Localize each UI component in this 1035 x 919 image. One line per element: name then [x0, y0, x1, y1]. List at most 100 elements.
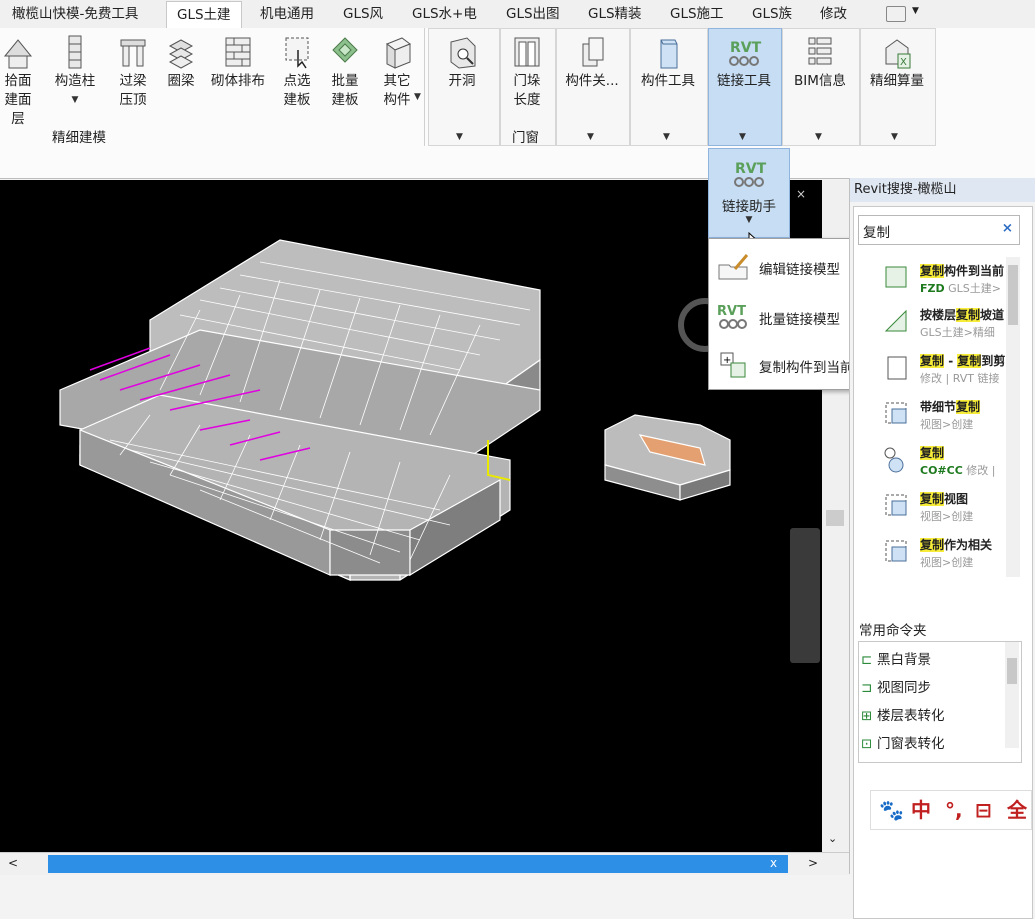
components-icon — [582, 37, 604, 67]
svg-text:×: × — [796, 187, 806, 201]
chevron-right-icon[interactable]: > — [808, 856, 818, 870]
chevron-down-icon[interactable]: ▼ — [891, 132, 898, 142]
group-label-door-window: 门窗 — [512, 130, 539, 146]
component-relation-button[interactable]: 构件关... — [560, 34, 624, 91]
scroll-thumb[interactable] — [826, 510, 844, 526]
list-item[interactable]: 复制视图 视图>创建 — [862, 489, 1012, 533]
search-value: 复制 — [863, 225, 890, 241]
chevron-down-icon: ▼ — [745, 215, 753, 225]
folder-edit-icon — [718, 254, 749, 280]
ribbon-minimize-icon[interactable] — [886, 6, 906, 22]
chevron-down-icon[interactable]: ⌄ — [828, 832, 837, 845]
group-label-fine-model: 精细建模 — [52, 130, 106, 146]
list-item[interactable]: ⊐ 视图同步 — [861, 676, 931, 696]
common-list-scrollbar[interactable] — [1005, 642, 1019, 748]
common-commands-list: ⊏ 黑白背景 ⊐ 视图同步 ⊞ 楼层表转化 ⊡ 门窗表转化 — [858, 641, 1022, 763]
paw-icon[interactable]: 🐾 — [879, 791, 904, 829]
list-item[interactable]: 复制 CO#CC 修改 | — [862, 443, 1012, 487]
batch-slab-icon — [332, 37, 358, 63]
chevron-left-icon[interactable]: < — [8, 856, 18, 870]
point-slab-button[interactable]: 点选 建板 — [276, 34, 318, 110]
batch-slab-button[interactable]: 批量 建板 — [324, 34, 366, 110]
svg-text:+: + — [723, 355, 731, 366]
scroll-thumb[interactable] — [1008, 265, 1018, 325]
scroll-thumb[interactable] — [48, 855, 788, 873]
component-tool-icon — [660, 39, 678, 69]
chevron-down-icon[interactable]: ▼ — [587, 132, 594, 142]
chevron-down-icon[interactable]: ▼ — [739, 132, 746, 142]
svg-text:RVT: RVT — [730, 40, 762, 56]
point-slab-icon — [285, 37, 309, 69]
tab-mep-common[interactable]: 机电通用 — [260, 0, 314, 28]
link-assistant-button[interactable]: RVT 链接助手 ▼ — [708, 148, 790, 238]
roof-surface-button[interactable]: 拾面 建面层 — [0, 34, 38, 129]
link-tool-button[interactable]: RVT 链接工具 — [710, 34, 778, 91]
tab-gls-construction[interactable]: GLS施工 — [670, 0, 724, 28]
svg-text:X: X — [900, 57, 907, 68]
component-tool-button[interactable]: 构件工具 — [634, 34, 702, 91]
svg-text:RVT: RVT — [735, 161, 767, 177]
close-icon[interactable]: x — [770, 856, 777, 870]
list-item[interactable]: 复制 - 复制到剪 修改 | RVT 链接 — [862, 351, 1012, 395]
chevron-down-icon[interactable]: ▼ — [456, 132, 463, 142]
command-icon: ⊞ — [861, 708, 873, 724]
panel-title: Revit搜搜-橄榄山 — [850, 178, 1035, 202]
list-item[interactable]: ⊡ 门窗表转化 — [861, 732, 945, 752]
chevron-down-icon[interactable]: ▼ — [912, 6, 919, 16]
rvt-link-icon: RVT — [729, 40, 762, 66]
bim-info-button[interactable]: BIM信息 — [786, 34, 854, 91]
toolbox-icon[interactable]: ⊟ — [975, 791, 992, 829]
common-commands-label: 常用命令夹 — [859, 623, 927, 639]
svg-text:RVT: RVT — [717, 304, 746, 319]
ime-punct[interactable]: °, — [945, 791, 963, 829]
chevron-down-icon[interactable]: ▼ — [815, 132, 822, 142]
dependent-view-icon — [885, 540, 907, 562]
ribbon-tab-bar: 橄榄山快模-免费工具 GLS土建 机电通用 GLS风 GLS水+电 GLS出图 … — [0, 0, 1035, 29]
list-item[interactable]: 带细节复制 视图>创建 — [862, 397, 1012, 441]
fine-quantity-button[interactable]: X 精细算量 — [862, 34, 932, 91]
tab-gls-hvac[interactable]: GLS风 — [343, 0, 383, 28]
ring-beam-button[interactable]: 圈梁 — [160, 34, 202, 91]
list-item[interactable]: 按楼层复制坡道 GLS土建>精细 — [862, 305, 1012, 349]
3d-viewport[interactable]: × — [0, 180, 822, 852]
copy-component-icon — [885, 266, 907, 288]
brick-icon — [225, 37, 251, 67]
list-item[interactable]: 复制构件到当前 FZD GLS土建> — [862, 261, 1012, 305]
tab-gls-finish[interactable]: GLS精装 — [588, 0, 642, 28]
search-input[interactable]: 复制 × — [858, 215, 1020, 245]
copy-component-icon: + — [720, 352, 746, 378]
tab-gls-family[interactable]: GLS族 — [752, 0, 792, 28]
viewport-horizontal-scrollbar[interactable]: < x > — [0, 852, 849, 875]
tab-gls-water-elec[interactable]: GLS水+电 — [412, 0, 477, 28]
roof-icon — [3, 39, 33, 69]
ime-mode[interactable]: 中 — [911, 791, 931, 829]
tab-quick-model[interactable]: 橄榄山快模-免费工具 — [12, 0, 138, 28]
masonry-layout-button[interactable]: 砌体排布 — [206, 34, 270, 91]
opening-icon — [450, 37, 476, 69]
building-model-3d: × — [59, 187, 806, 581]
tab-gls-drawing[interactable]: GLS出图 — [506, 0, 560, 28]
scroll-thumb[interactable] — [1007, 658, 1017, 684]
search-results-list: 复制构件到当前 FZD GLS土建> 按楼层复制坡道 GLS土建>精细 复制 -… — [858, 257, 1024, 607]
view-copy-icon — [885, 494, 907, 516]
list-item[interactable]: ⊏ 黑白背景 — [861, 648, 931, 668]
rvt-link-icon: RVT — [717, 304, 747, 329]
list-item[interactable]: ⊞ 楼层表转化 — [861, 704, 945, 724]
structural-column-button[interactable]: 构造柱 ▼ — [48, 34, 102, 110]
rvt-link-icon: RVT — [734, 161, 767, 187]
command-icon: ⊏ — [861, 652, 873, 668]
revit-search-panel: Revit搜搜-橄榄山 复制 × 复制构件到当前 FZD GLS土建> 按楼层复… — [849, 178, 1035, 919]
list-item[interactable]: 复制作为相关 视图>创建 — [862, 535, 1012, 579]
results-scrollbar[interactable] — [1006, 257, 1020, 577]
link-assistant-label: 链接助手 — [722, 199, 776, 215]
opening-button[interactable]: 开洞 — [438, 34, 486, 91]
chevron-down-icon: ▼ — [71, 95, 79, 105]
ime-fullwidth[interactable]: 全 — [1007, 791, 1027, 829]
clear-search-icon[interactable]: × — [1002, 220, 1013, 236]
door-stack-length-button[interactable]: 门垛 长度 — [504, 34, 550, 110]
chevron-down-icon[interactable]: ▼ — [663, 132, 670, 142]
tab-modify[interactable]: 修改 — [820, 0, 847, 28]
navigation-bar[interactable] — [790, 528, 820, 663]
tab-gls-civil[interactable]: GLS土建 — [166, 1, 242, 29]
lintel-button[interactable]: 过梁 压顶 — [110, 34, 156, 110]
